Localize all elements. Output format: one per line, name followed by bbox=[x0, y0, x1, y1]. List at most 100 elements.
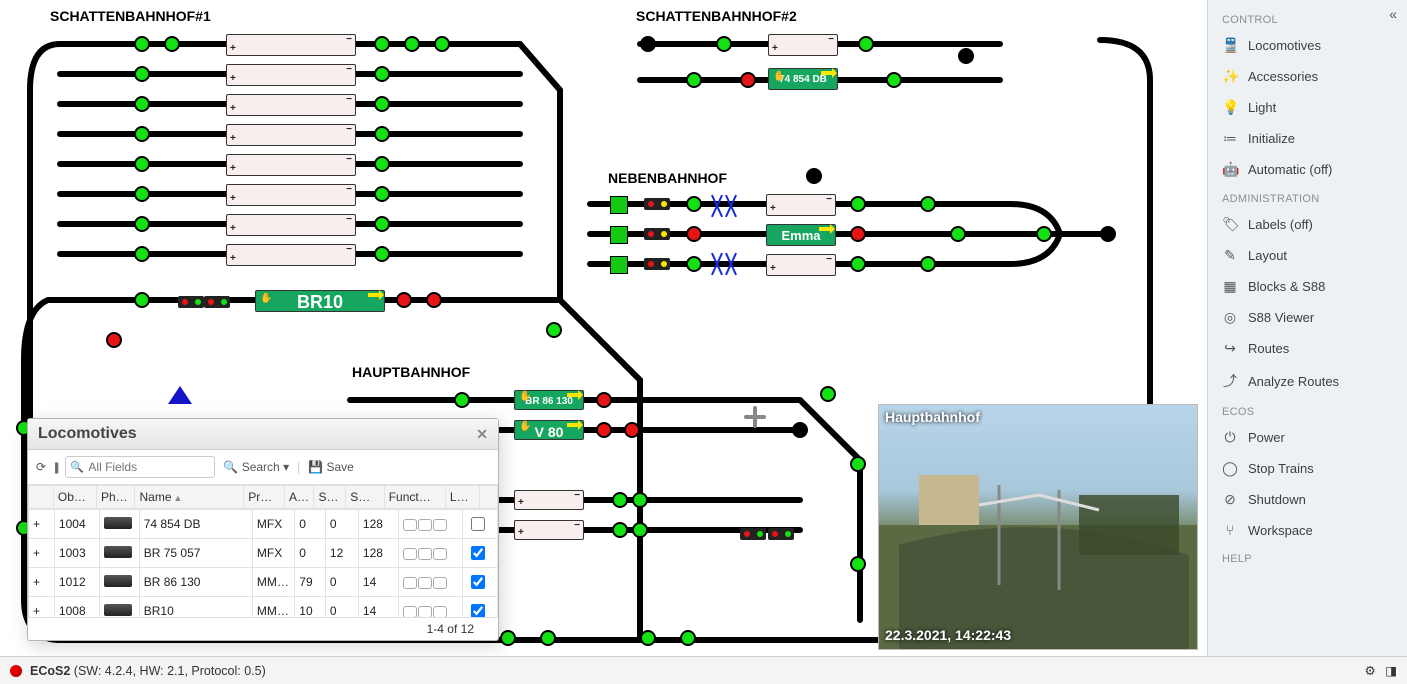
switch-indicator[interactable] bbox=[624, 422, 640, 438]
cell-functions[interactable] bbox=[398, 510, 462, 539]
sidebar-item-blocks[interactable]: ▦Blocks & S88 bbox=[1208, 271, 1407, 302]
block-s2-1[interactable]: +− bbox=[768, 34, 838, 56]
block-s1-1[interactable]: +− bbox=[226, 34, 356, 56]
crossing-signal-icon[interactable] bbox=[726, 194, 736, 218]
switch-indicator[interactable] bbox=[374, 216, 390, 232]
switch-indicator[interactable] bbox=[858, 36, 874, 52]
switch-indicator[interactable] bbox=[950, 226, 966, 242]
switch-indicator[interactable] bbox=[134, 246, 150, 262]
block-s1-8[interactable]: +− bbox=[226, 244, 356, 266]
switch-indicator[interactable] bbox=[134, 36, 150, 52]
locked-checkbox[interactable] bbox=[471, 604, 485, 617]
switch-indicator[interactable] bbox=[596, 422, 612, 438]
switch-indicator[interactable] bbox=[850, 456, 866, 472]
switch-indicator[interactable] bbox=[640, 630, 656, 646]
block-s1-6[interactable]: +− bbox=[226, 184, 356, 206]
switch-indicator[interactable] bbox=[920, 256, 936, 272]
locomotives-window[interactable]: Locomotives ✕ ⟳ ||| 🔍 🔍 Search ▾ | 💾 Sav… bbox=[27, 418, 499, 641]
sidebar-item-initialize[interactable]: ≔Initialize bbox=[1208, 123, 1407, 154]
switch-indicator[interactable] bbox=[404, 36, 420, 52]
block-hb-4[interactable]: +− bbox=[514, 520, 584, 540]
block-nb-3[interactable]: +− bbox=[766, 254, 836, 276]
sidebar-item-workspace[interactable]: ⑂Workspace bbox=[1208, 515, 1407, 545]
switch-indicator[interactable] bbox=[850, 196, 866, 212]
sidebar-item-power[interactable]: ⏻Power bbox=[1208, 422, 1407, 453]
switch-indicator[interactable] bbox=[612, 522, 628, 538]
switch-indicator[interactable] bbox=[374, 156, 390, 172]
switch-indicator[interactable] bbox=[374, 126, 390, 142]
sidebar-item-shutdown[interactable]: ⊘Shutdown bbox=[1208, 484, 1407, 515]
sidebar-item-accessories[interactable]: ✨Accessories bbox=[1208, 61, 1407, 92]
sidebar-item-labels[interactable]: 🏷Labels (off) bbox=[1208, 209, 1407, 240]
crossing-signal-icon[interactable] bbox=[712, 252, 722, 276]
end-stop-icon[interactable] bbox=[610, 256, 628, 274]
switch-indicator[interactable] bbox=[1036, 226, 1052, 242]
switch-indicator[interactable] bbox=[134, 96, 150, 112]
search-input[interactable] bbox=[65, 456, 215, 478]
end-stop-icon[interactable] bbox=[610, 196, 628, 214]
switch-indicator[interactable] bbox=[540, 630, 556, 646]
switch-indicator[interactable] bbox=[134, 292, 150, 308]
switch-indicator[interactable] bbox=[134, 126, 150, 142]
end-stop-icon[interactable] bbox=[610, 226, 628, 244]
cell-locked[interactable] bbox=[462, 539, 497, 568]
block-nb-1[interactable]: +− bbox=[766, 194, 836, 216]
level-crossing-icon[interactable] bbox=[746, 408, 764, 426]
switch-indicator[interactable] bbox=[374, 186, 390, 202]
switch-indicator[interactable] bbox=[426, 292, 442, 308]
settings-gear-icon[interactable]: ⚙ bbox=[1364, 664, 1375, 678]
switch-indicator[interactable] bbox=[680, 630, 696, 646]
switch-indicator[interactable] bbox=[374, 246, 390, 262]
block-s1-2[interactable]: +− bbox=[226, 64, 356, 86]
crossing-signal-icon[interactable] bbox=[712, 194, 722, 218]
switch-indicator[interactable] bbox=[374, 36, 390, 52]
expand-button[interactable]: + bbox=[29, 510, 55, 539]
cell-functions[interactable] bbox=[398, 597, 462, 618]
locked-checkbox[interactable] bbox=[471, 546, 485, 560]
block-signal[interactable] bbox=[644, 258, 670, 270]
panel-toggle-icon[interactable]: ◨ bbox=[1385, 664, 1397, 678]
switch-indicator[interactable] bbox=[850, 226, 866, 242]
expand-button[interactable]: + bbox=[29, 539, 55, 568]
switch-indicator[interactable] bbox=[632, 522, 648, 538]
block-s1-4[interactable]: +− bbox=[226, 124, 356, 146]
camera-panel[interactable]: Hauptbahnhof 22.3.2021, 14:22:43 bbox=[878, 404, 1198, 650]
switch-indicator[interactable] bbox=[106, 332, 122, 348]
block-br86[interactable]: ✋ BR 86 130 bbox=[514, 390, 584, 410]
switch-indicator[interactable] bbox=[134, 156, 150, 172]
switch-indicator[interactable] bbox=[686, 256, 702, 272]
switch-indicator[interactable] bbox=[886, 72, 902, 88]
sidebar-item-layout[interactable]: ✎Layout bbox=[1208, 240, 1407, 271]
table-row[interactable]: +100474 854 DBMFX00128 bbox=[29, 510, 498, 539]
switch-indicator[interactable] bbox=[850, 256, 866, 272]
block-signal[interactable] bbox=[740, 528, 766, 540]
search-button[interactable]: 🔍 Search ▾ bbox=[223, 460, 289, 474]
cell-locked[interactable] bbox=[462, 568, 497, 597]
close-icon[interactable]: ✕ bbox=[476, 426, 488, 443]
table-row[interactable]: +1003BR 75 057MFX012128 bbox=[29, 539, 498, 568]
switch-indicator[interactable] bbox=[686, 226, 702, 242]
switch-indicator[interactable] bbox=[396, 292, 412, 308]
switch-indicator[interactable] bbox=[740, 72, 756, 88]
sidebar-item-automatic[interactable]: 🤖Automatic (off) bbox=[1208, 154, 1407, 185]
switch-indicator[interactable] bbox=[374, 96, 390, 112]
switch-indicator[interactable] bbox=[134, 186, 150, 202]
switch-indicator[interactable] bbox=[374, 66, 390, 82]
locked-checkbox[interactable] bbox=[471, 575, 485, 589]
locked-checkbox[interactable] bbox=[471, 517, 485, 531]
switch-indicator[interactable] bbox=[596, 392, 612, 408]
switch-indicator[interactable] bbox=[920, 196, 936, 212]
switch-indicator[interactable] bbox=[686, 72, 702, 88]
switch-indicator[interactable] bbox=[434, 36, 450, 52]
sidebar-item-stoptrains[interactable]: ◯Stop Trains bbox=[1208, 453, 1407, 484]
table-row[interactable]: +1012BR 86 130MM…79014 bbox=[29, 568, 498, 597]
sidebar-item-routes[interactable]: ↪Routes bbox=[1208, 333, 1407, 364]
block-s1-5[interactable]: +− bbox=[226, 154, 356, 176]
block-signal[interactable] bbox=[204, 296, 230, 308]
switch-indicator[interactable] bbox=[546, 322, 562, 338]
columns-icon[interactable]: ||| bbox=[54, 460, 57, 474]
switch-indicator[interactable] bbox=[134, 66, 150, 82]
cell-functions[interactable] bbox=[398, 568, 462, 597]
refresh-icon[interactable]: ⟳ bbox=[36, 460, 46, 474]
block-signal[interactable] bbox=[768, 528, 794, 540]
